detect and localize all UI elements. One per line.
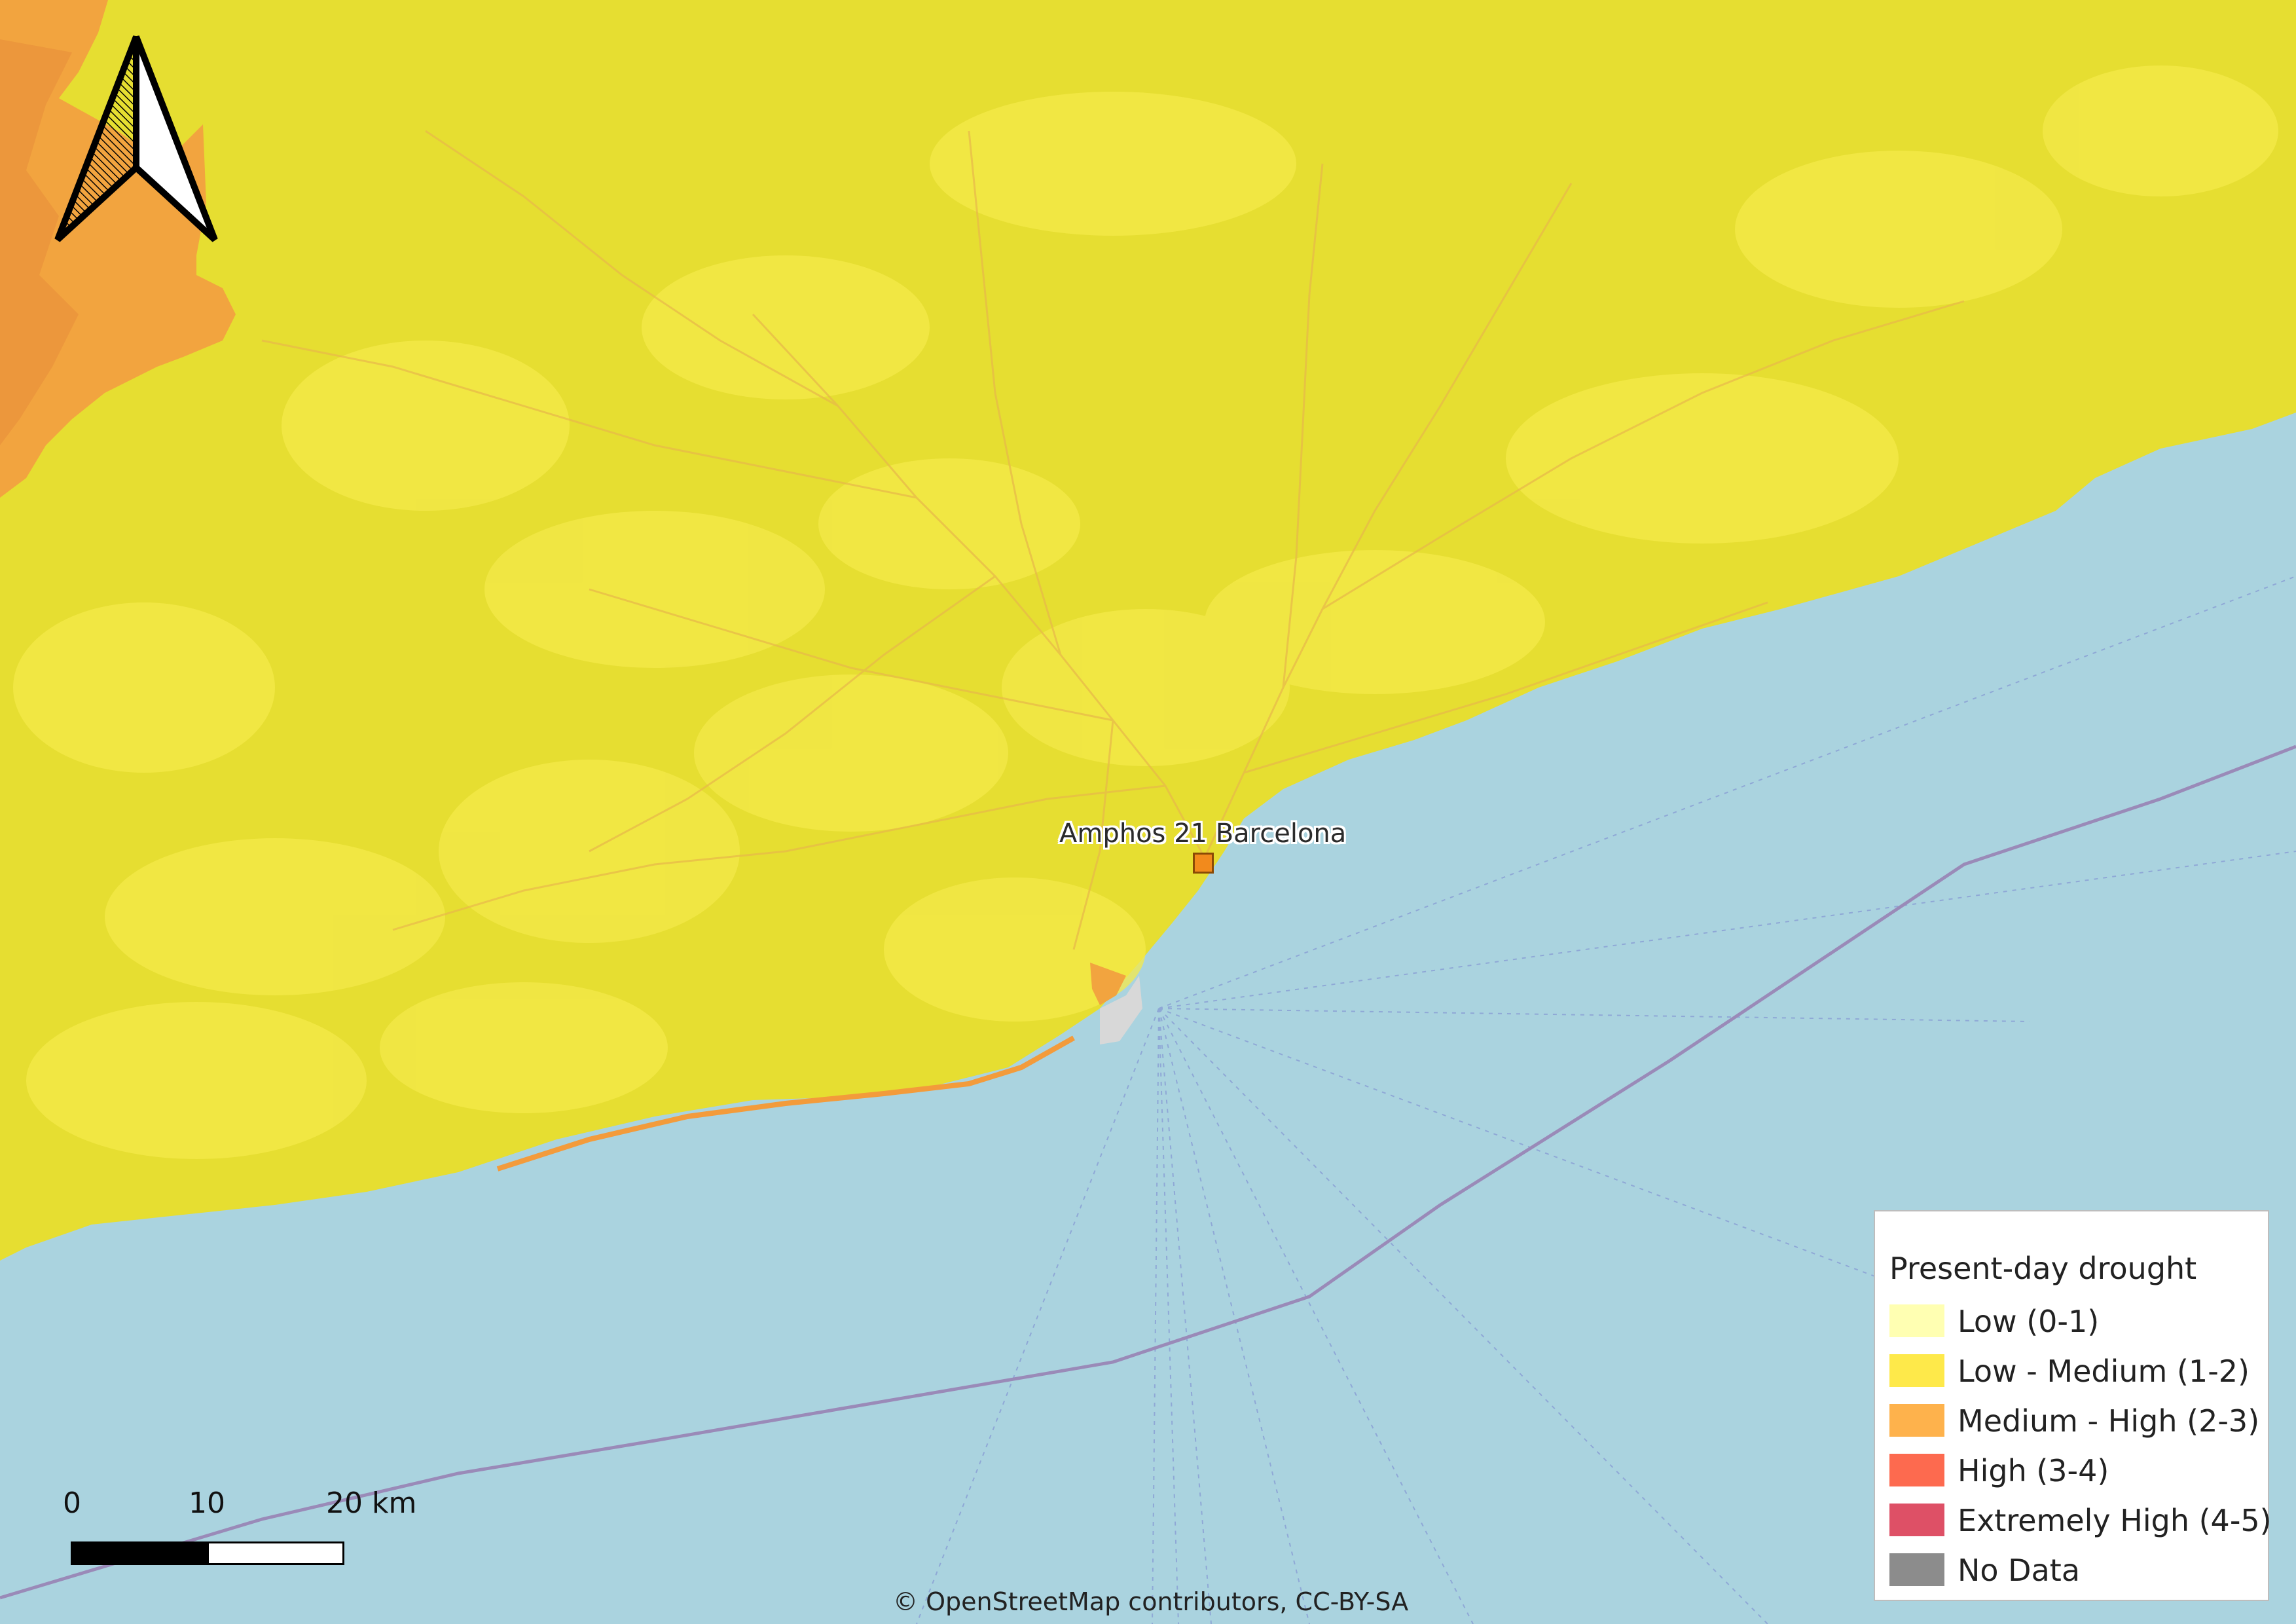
scale-label-0: 0 — [63, 1486, 81, 1520]
legend-item-low-medium: Low - Medium (1-2) — [1889, 1354, 2263, 1388]
legend-label: Low (0-1) — [1958, 1304, 2100, 1339]
legend-title: Present-day drought — [1889, 1251, 2197, 1286]
scale-label-10: 10 — [189, 1486, 225, 1520]
scale-segment-white — [207, 1541, 344, 1565]
legend-item-medium-high: Medium - High (2-3) — [1889, 1404, 2263, 1438]
site-label: Amphos 21 Barcelona — [1059, 819, 1347, 849]
legend-swatch — [1889, 1354, 1944, 1387]
legend-label: Extremely High (4-5) — [1958, 1503, 2272, 1538]
legend-label: Medium - High (2-3) — [1958, 1403, 2260, 1439]
legend-swatch — [1889, 1504, 1944, 1536]
legend-label: No Data — [1958, 1553, 2081, 1588]
legend-swatch — [1889, 1454, 1944, 1486]
scale-segment-black — [71, 1541, 207, 1565]
north-arrow-icon — [54, 35, 218, 242]
legend-swatch — [1889, 1553, 1944, 1586]
legend-item-low: Low (0-1) — [1889, 1304, 2263, 1338]
scale-bar: 0 10 20 km — [58, 1486, 424, 1572]
legend-label: Low - Medium (1-2) — [1958, 1354, 2250, 1389]
legend-swatch — [1889, 1304, 1944, 1337]
legend-item-no-data: No Data — [1889, 1553, 2263, 1587]
map-attribution: © OpenStreetMap contributors, CC-BY-SA — [893, 1587, 1409, 1616]
legend: Present-day drought Low (0-1) Low - Medi… — [1874, 1210, 2272, 1601]
legend-item-extremely-high: Extremely High (4-5) — [1889, 1504, 2272, 1538]
legend-item-high: High (3-4) — [1889, 1454, 2263, 1488]
legend-label: High (3-4) — [1958, 1453, 2109, 1488]
legend-swatch — [1889, 1404, 1944, 1437]
scale-label-20: 20 km — [326, 1486, 417, 1520]
site-marker[interactable] — [1193, 853, 1214, 874]
